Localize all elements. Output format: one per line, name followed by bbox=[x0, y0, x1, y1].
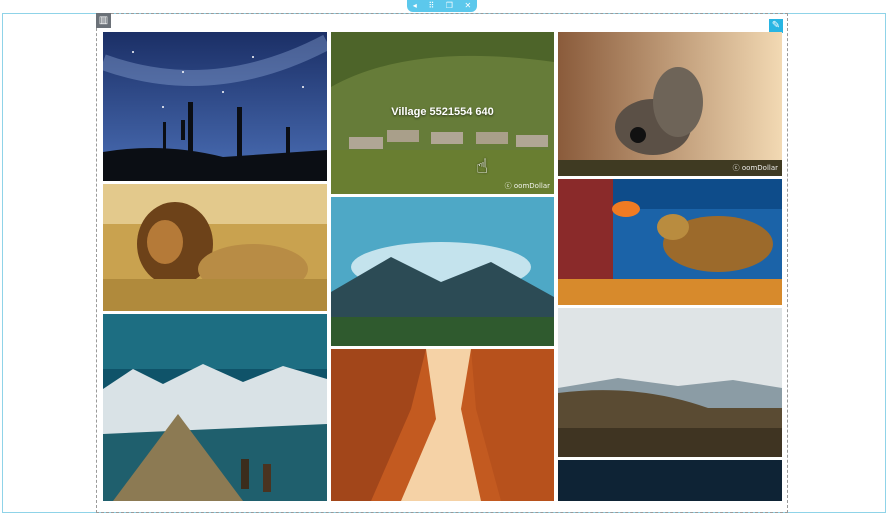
section-toolbar[interactable]: ◂ ⠿ ❐ ✕ bbox=[407, 0, 477, 12]
watermark-logo: ⓒ oomDollar bbox=[732, 164, 778, 172]
gallery-image-butterfly[interactable]: ⓒ oomDollar bbox=[558, 32, 782, 176]
gallery-image-forest-hills[interactable] bbox=[558, 308, 782, 457]
edit-icon[interactable]: ✎ bbox=[769, 19, 783, 33]
gallery-image-mountain-hikers[interactable] bbox=[103, 314, 327, 501]
gallery-image-misty-mountains[interactable] bbox=[331, 197, 554, 346]
gallery-image-red-canyon[interactable] bbox=[331, 349, 554, 501]
arrow-icon[interactable]: ◂ bbox=[413, 0, 417, 12]
gallery-image-dark-sky[interactable] bbox=[558, 460, 782, 501]
hand-pointer-icon: ☝ bbox=[476, 154, 489, 178]
gallery-image-night-sky[interactable] bbox=[103, 32, 327, 181]
image-hover-caption: Village 5521554 640 bbox=[391, 106, 494, 118]
duplicate-icon[interactable]: ❐ bbox=[446, 0, 453, 12]
gallery-image-sea-turtle[interactable] bbox=[558, 179, 782, 305]
gallery-image-lion[interactable] bbox=[103, 184, 327, 311]
watermark-logo: ⓒ oomDollar bbox=[504, 182, 550, 190]
close-icon[interactable]: ✕ bbox=[465, 0, 472, 12]
column-handle-icon[interactable]: ▥ bbox=[96, 13, 111, 28]
gallery-image-village[interactable]: Village 5521554 640 ☝ ⓒ oomDollar bbox=[331, 32, 554, 194]
drag-handle-icon[interactable]: ⠿ bbox=[428, 0, 434, 12]
